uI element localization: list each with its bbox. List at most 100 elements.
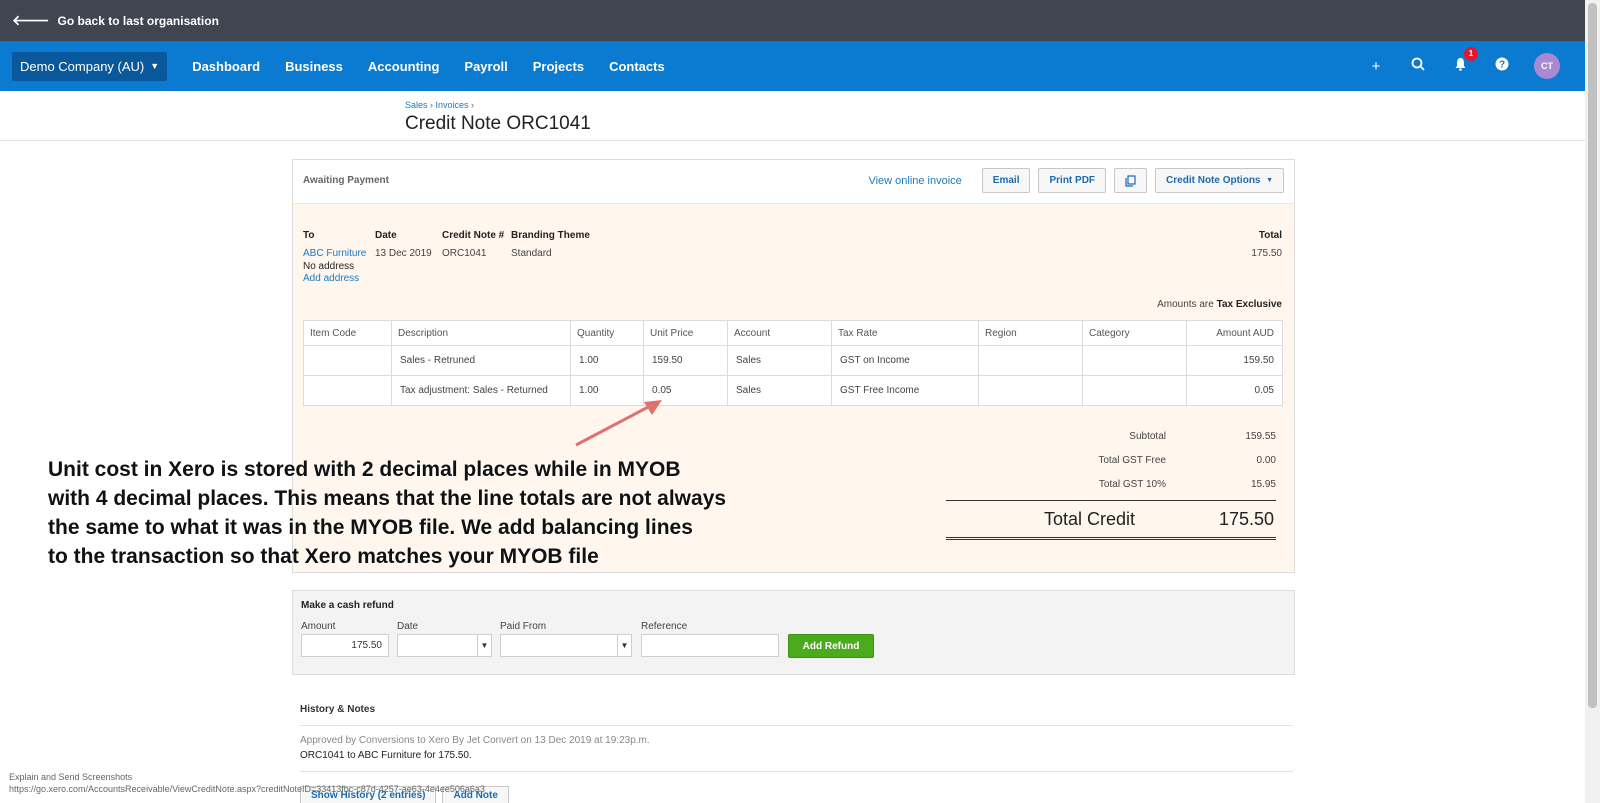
nav-accounting[interactable]: Accounting	[368, 59, 440, 74]
top-bar: 🡐 Go back to last organisation	[0, 0, 1585, 41]
cell-quantity[interactable]: 1.00	[570, 345, 644, 376]
line-items-table: Item Code Description Quantity Unit Pric…	[303, 320, 1283, 406]
nav-contacts[interactable]: Contacts	[609, 59, 665, 74]
cell-item-code[interactable]	[303, 375, 392, 406]
annotation-line: Unit cost in Xero is stored with 2 decim…	[48, 458, 681, 481]
gst-free-label: Total GST Free	[1098, 454, 1166, 466]
cell-account[interactable]: Sales	[727, 375, 832, 406]
column-header: Item Code	[303, 320, 392, 346]
annotation-line: with 4 decimal places. This means that t…	[48, 487, 727, 510]
scrollbar-thumb[interactable]	[1588, 3, 1597, 708]
history-title: History & Notes	[300, 702, 1293, 726]
copy-icon	[1125, 174, 1136, 187]
branding-theme-value: Standard	[511, 248, 552, 259]
nav-projects[interactable]: Projects	[533, 59, 584, 74]
svg-text:?: ?	[1499, 60, 1505, 71]
annotation-arrow-icon	[575, 400, 662, 447]
total-value: 175.50	[1251, 248, 1282, 259]
cell-unit-price[interactable]: 159.50	[643, 345, 728, 376]
table-row[interactable]: Sales - Retruned 1.00 159.50 Sales GST o…	[303, 345, 1283, 376]
page-title: Credit Note ORC1041	[405, 113, 591, 134]
print-pdf-button[interactable]: Print PDF	[1038, 168, 1107, 193]
credit-note-options-button[interactable]: Credit Note Options ▼	[1155, 168, 1284, 193]
date-value: 13 Dec 2019	[375, 248, 432, 259]
breadcrumb-sales[interactable]: Sales	[405, 100, 428, 110]
caret-down-icon: ▼	[150, 61, 160, 71]
cell-region[interactable]	[978, 345, 1083, 376]
status-label: Awaiting Payment	[303, 175, 389, 186]
cash-refund-panel: Make a cash refund Amount Date Paid From…	[292, 590, 1295, 675]
status-url: https://go.xero.com/AccountsReceivable/V…	[9, 784, 485, 794]
breadcrumb-invoices[interactable]: Invoices	[436, 100, 469, 110]
column-header: Tax Rate	[831, 320, 979, 346]
credit-number-header: Credit Note #	[442, 230, 505, 241]
status-line: Explain and Send Screenshots	[9, 772, 133, 782]
date-picker[interactable]: ▼	[397, 634, 492, 657]
caret-down-icon: ▼	[1266, 177, 1273, 184]
table-row[interactable]: Tax adjustment: Sales - Returned 1.00 0.…	[303, 375, 1283, 406]
total-credit-value: 175.50	[1218, 508, 1274, 529]
back-arrow-icon[interactable]: 🡐	[12, 12, 50, 29]
dropdown-arrow-icon[interactable]: ▼	[477, 635, 491, 656]
cell-tax-rate[interactable]: GST on Income	[831, 345, 979, 376]
add-address-link[interactable]: Add address	[303, 273, 359, 284]
cell-region[interactable]	[978, 375, 1083, 406]
totals-panel: Subtotal 159.55 Total GST Free 0.00 Tota…	[946, 424, 1276, 540]
view-online-link[interactable]: View online invoice	[868, 175, 961, 187]
nav-dashboard[interactable]: Dashboard	[192, 59, 260, 74]
reference-input[interactable]	[641, 634, 779, 657]
gst-value: 15.95	[1250, 478, 1276, 490]
gst-row: Total GST 10% 15.95	[946, 472, 1276, 496]
cell-amount[interactable]: 159.50	[1186, 345, 1283, 376]
help-icon[interactable]: ?	[1492, 57, 1512, 75]
paid-from-select[interactable]: ▼	[500, 634, 632, 657]
cell-category[interactable]	[1082, 345, 1187, 376]
reference-label: Reference	[641, 621, 688, 632]
amounts-are-label: Amounts are	[1157, 299, 1214, 310]
cell-description[interactable]: Sales - Retruned	[391, 345, 571, 376]
back-link[interactable]: Go back to last organisation	[58, 14, 219, 28]
nav-actions: + 1 ? CT	[1344, 41, 1560, 91]
browser-status-bar: Explain and Send Screenshots https://go.…	[9, 771, 485, 795]
history-entry: ORC1041 to ABC Furniture for 175.50.	[300, 750, 1293, 772]
dropdown-arrow-icon[interactable]: ▼	[617, 635, 631, 656]
date-label: Date	[397, 621, 419, 632]
search-icon[interactable]	[1408, 57, 1428, 75]
history-entry: Approved by Conversions to Xero By Jet C…	[300, 735, 650, 746]
table-header-row: Item Code Description Quantity Unit Pric…	[303, 320, 1283, 346]
gst-free-row: Total GST Free 0.00	[946, 448, 1276, 472]
bell-icon[interactable]: 1	[1450, 47, 1478, 75]
nav-payroll[interactable]: Payroll	[464, 59, 507, 74]
tax-mode-value: Tax Exclusive	[1216, 299, 1282, 310]
contact-link[interactable]: ABC Furniture	[303, 248, 366, 259]
email-button[interactable]: Email	[981, 168, 1031, 193]
plus-icon[interactable]: +	[1366, 58, 1386, 75]
cell-item-code[interactable]	[303, 345, 392, 376]
history-notes: History & Notes Approved by Conversions …	[300, 702, 1293, 772]
subtotal-value: 159.55	[1245, 430, 1276, 442]
amount-input[interactable]: 175.50	[301, 634, 389, 657]
gst-label: Total GST 10%	[1098, 478, 1166, 490]
nav-business[interactable]: Business	[285, 59, 343, 74]
to-header: To	[303, 230, 315, 241]
paid-from-label: Paid From	[500, 621, 547, 632]
copy-button[interactable]	[1114, 168, 1148, 193]
no-address-text: No address	[303, 261, 355, 272]
cell-description[interactable]: Tax adjustment: Sales - Returned	[391, 375, 571, 406]
subtotal-row: Subtotal 159.55	[946, 424, 1276, 448]
options-label: Credit Note Options	[1166, 175, 1261, 186]
column-header: Unit Price	[643, 320, 728, 346]
avatar[interactable]: CT	[1534, 53, 1560, 79]
date-header: Date	[375, 230, 397, 241]
cell-tax-rate[interactable]: GST Free Income	[831, 375, 979, 406]
add-refund-button[interactable]: Add Refund	[788, 634, 874, 658]
cell-amount[interactable]: 0.05	[1186, 375, 1283, 406]
cell-account[interactable]: Sales	[727, 345, 832, 376]
cell-category[interactable]	[1082, 375, 1187, 406]
page-scrollbar[interactable]	[1585, 0, 1600, 803]
column-header: Account	[727, 320, 832, 346]
gst-free-value: 0.00	[1256, 454, 1276, 466]
column-header: Quantity	[570, 320, 644, 346]
annotation-line: to the transaction so that Xero matches …	[48, 545, 599, 568]
org-switcher[interactable]: Demo Company (AU) ▼	[12, 51, 168, 81]
